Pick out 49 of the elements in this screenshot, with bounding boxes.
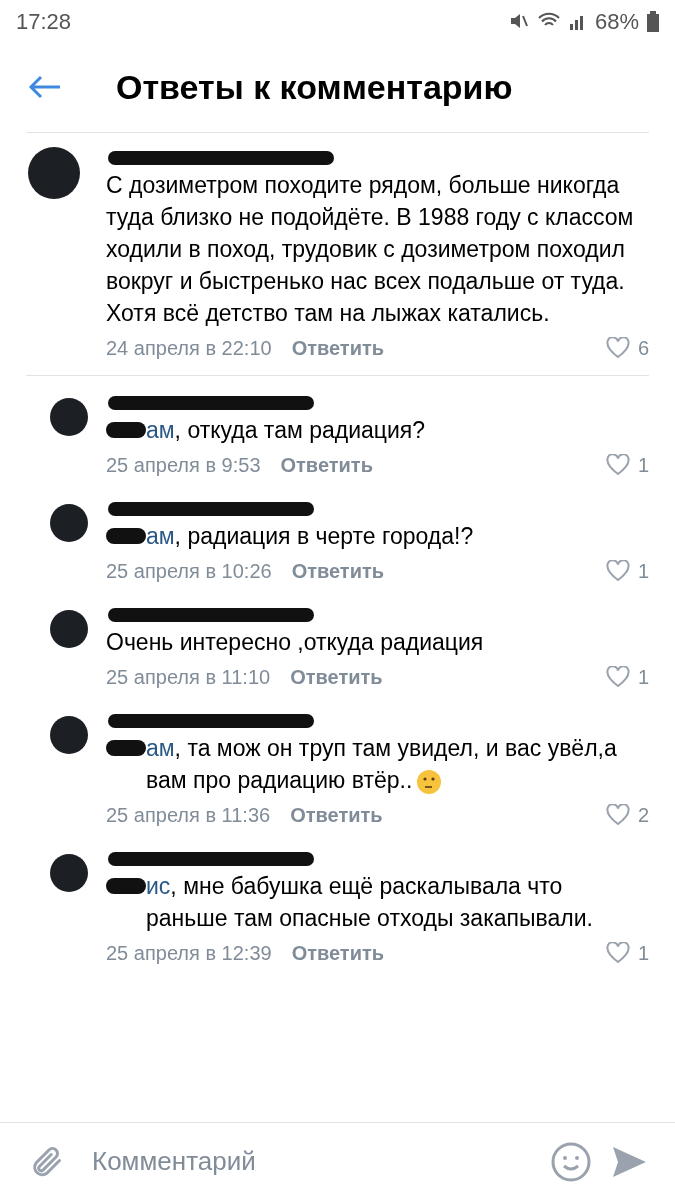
reply-link[interactable]: Ответить <box>291 556 385 586</box>
battery-icon <box>647 10 659 32</box>
page-title: Ответы к комментарию <box>116 66 513 108</box>
reply-link[interactable]: Ответить <box>291 333 385 363</box>
comment-date: 25 апреля в 12:39 <box>106 941 272 966</box>
heart-icon[interactable] <box>605 560 630 582</box>
like-count: 1 <box>637 559 649 584</box>
avatar <box>28 147 80 199</box>
avatar <box>50 610 88 648</box>
avatar <box>50 398 88 436</box>
avatar <box>50 716 88 754</box>
comment-date: 25 апреля в 10:26 <box>106 559 272 584</box>
comment-date: 25 апреля в 11:36 <box>106 803 271 828</box>
comment-input[interactable]: Комментарий <box>92 1142 531 1181</box>
redaction-scribble <box>106 878 146 894</box>
heart-icon[interactable] <box>605 666 630 688</box>
smiley-icon[interactable] <box>551 1141 591 1182</box>
comment-date: 25 апреля в 9:53 <box>106 453 261 478</box>
reply-link[interactable]: Ответить <box>290 662 383 692</box>
reply-text: ам, та мож он труп там увидел, и вас увёл,а вам про радиацию втёр.. <box>146 735 617 793</box>
reply-link[interactable]: Ответить <box>280 450 373 480</box>
mute-icon <box>508 11 529 31</box>
reply-text: ам, радиация в черте города!? <box>146 523 474 549</box>
reply-text: Очень интересно ,откуда радиация <box>106 629 484 655</box>
redaction-scribble <box>106 740 146 756</box>
reply-text: ам, откуда там радиация? <box>146 417 426 443</box>
back-arrow-icon[interactable] <box>28 75 62 99</box>
comment-date: 25 апреля в 11:10 <box>106 665 271 690</box>
heart-icon[interactable] <box>605 454 630 476</box>
avatar <box>50 854 88 892</box>
status-time: 17:28 <box>16 7 72 36</box>
reply-text: ис, мне бабушка ещё раскалывала что раньше там опасные отходы закапывали. <box>146 873 593 931</box>
avatar <box>50 504 88 542</box>
like-count: 1 <box>637 665 649 690</box>
like-count: 2 <box>637 803 649 828</box>
heart-icon[interactable] <box>605 804 630 826</box>
heart-icon[interactable] <box>605 337 630 359</box>
reply-link[interactable]: Ответить <box>290 800 383 830</box>
comment-date: 24 апреля в 22:10 <box>106 336 272 361</box>
like-count: 1 <box>637 941 649 966</box>
redaction-scribble <box>106 528 146 544</box>
like-count: 1 <box>637 453 649 478</box>
battery-percent: 68% <box>594 7 639 36</box>
heart-icon[interactable] <box>605 942 630 964</box>
like-count: 6 <box>637 336 649 361</box>
send-icon[interactable] <box>611 1144 647 1179</box>
reply-link[interactable]: Ответить <box>291 938 385 968</box>
comment-text: С дозиметром походите рядом, больше никогда туда близко не подойдёте. В 1988 году с классом ходили в поход, трудовик с дозиметром походил вокруг и быстренько нас всех подальше от туда. Хотя всё детство там на лыжах катались. <box>106 171 635 328</box>
redaction-scribble <box>106 422 146 438</box>
